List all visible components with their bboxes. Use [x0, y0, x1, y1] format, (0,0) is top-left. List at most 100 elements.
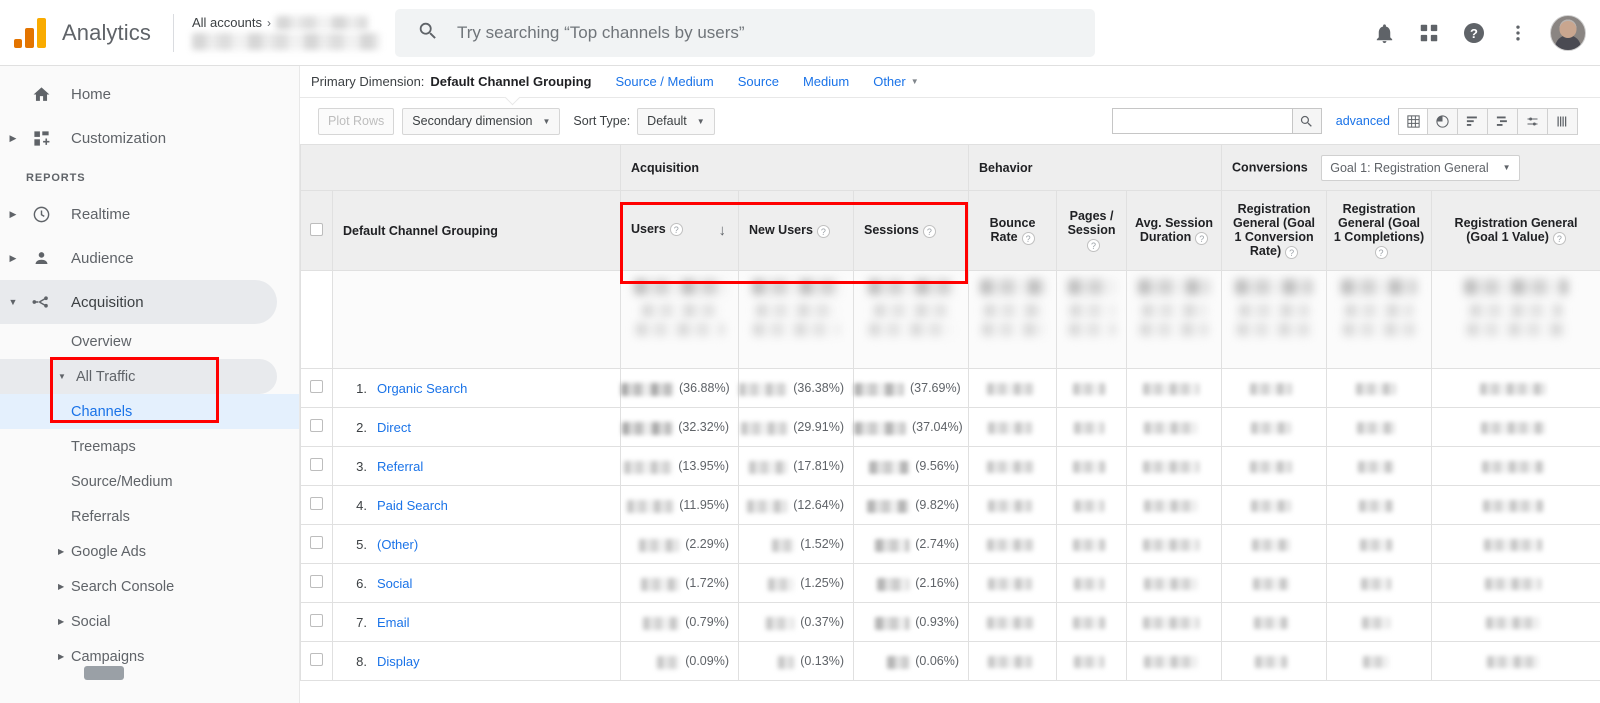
notifications-bell-icon[interactable] [1373, 22, 1396, 45]
comparison-view-icon[interactable] [1518, 107, 1548, 135]
column-new-users[interactable]: New Users? [738, 190, 854, 271]
account-breadcrumb[interactable]: All accounts › [191, 15, 380, 50]
help-icon[interactable]: ? [1462, 21, 1486, 45]
row-checkbox-cell[interactable] [300, 563, 333, 603]
bar-view-icon[interactable] [1458, 107, 1488, 135]
column-sessions[interactable]: Sessions? [852, 190, 970, 271]
expand-arrow-icon[interactable]: ▶ [58, 547, 71, 556]
advanced-link[interactable]: advanced [1336, 114, 1390, 128]
apps-grid-icon[interactable] [1418, 22, 1440, 44]
table-search-input[interactable] [1111, 108, 1292, 134]
row-checkbox-cell[interactable] [300, 407, 333, 447]
pivot-view-icon[interactable] [1548, 107, 1578, 135]
table-row[interactable]: 7. Email (0.79%) (0.37%) (0.93%) [300, 602, 1600, 642]
sidebar-collapse-handle[interactable] [84, 666, 124, 680]
help-icon[interactable]: ? [922, 224, 936, 238]
dimension-link-source[interactable]: Source [738, 74, 779, 89]
sidebar-item-social[interactable]: ▶ Social [0, 604, 299, 639]
column-goal1-value[interactable]: Registration General (Goal 1 Value)? [1431, 190, 1600, 271]
expand-arrow-icon[interactable]: ▶ [0, 133, 26, 144]
dimension-link-other[interactable]: Other [873, 74, 906, 89]
chevron-down-icon[interactable]: ▼ [911, 77, 919, 86]
sidebar-item-referrals[interactable]: Referrals [0, 499, 299, 534]
sidebar-item-home[interactable]: Home [0, 72, 299, 116]
table-row[interactable]: 1. Organic Search (36.88%) (36.38%) (37.… [300, 368, 1600, 408]
row-channel-link[interactable]: Referral [377, 459, 423, 474]
column-goal1-conversion-rate[interactable]: Registration General (Goal 1 Conversion … [1221, 190, 1328, 271]
help-icon[interactable]: ? [1285, 245, 1299, 259]
goal-selector[interactable]: Goal 1: Registration General ▼ [1321, 154, 1520, 181]
row-channel-link[interactable]: Direct [377, 420, 411, 435]
performance-view-icon[interactable] [1488, 107, 1518, 135]
row-checkbox[interactable] [310, 458, 323, 471]
secondary-dimension-button[interactable]: Secondary dimension ▼ [402, 107, 561, 135]
select-all-header[interactable] [300, 190, 333, 271]
collapse-arrow-icon[interactable]: ▼ [0, 297, 26, 307]
help-icon[interactable]: ? [669, 223, 683, 237]
column-goal1-completions[interactable]: Registration General (Goal 1 Completions… [1326, 190, 1433, 271]
help-icon[interactable]: ? [1374, 245, 1388, 259]
sidebar-item-overview[interactable]: Overview [0, 324, 299, 359]
help-icon[interactable]: ? [816, 224, 830, 238]
row-channel-link[interactable]: Paid Search [377, 498, 448, 513]
sidebar-item-treemaps[interactable]: Treemaps [0, 429, 299, 464]
user-avatar[interactable] [1550, 15, 1586, 51]
table-search-button[interactable] [1291, 108, 1322, 134]
help-icon[interactable]: ? [1552, 231, 1566, 245]
row-channel-link[interactable]: Display [377, 654, 420, 669]
column-default-channel-grouping[interactable]: Default Channel Grouping [332, 190, 621, 271]
row-checkbox[interactable] [310, 536, 323, 549]
sidebar-item-campaigns[interactable]: ▶ Campaigns [0, 639, 299, 680]
sidebar-item-realtime[interactable]: ▶ Realtime [0, 192, 299, 236]
sidebar-item-search-console[interactable]: ▶ Search Console [0, 569, 299, 604]
help-icon[interactable]: ? [1021, 231, 1035, 245]
search-bar[interactable] [395, 9, 1095, 57]
sort-type-select[interactable]: Default ▼ [637, 107, 715, 135]
table-row[interactable]: 5. (Other) (2.29%) (1.52%) (2.74%) [300, 524, 1600, 564]
row-checkbox-cell[interactable] [300, 524, 333, 564]
help-icon[interactable]: ? [1195, 231, 1209, 245]
sidebar-item-customization[interactable]: ▶ Customization [0, 116, 299, 160]
column-users[interactable]: Users? ↓ [620, 190, 739, 271]
pie-view-icon[interactable] [1428, 107, 1458, 135]
table-row[interactable]: 8. Display (0.09%) (0.13%) (0.06%) [300, 641, 1600, 681]
column-bounce-rate[interactable]: Bounce Rate? [968, 190, 1058, 271]
table-view-icon[interactable] [1398, 107, 1428, 135]
sort-descending-icon[interactable]: ↓ [719, 222, 727, 239]
column-pages-session[interactable]: Pages / Session? [1056, 190, 1128, 271]
collapse-arrow-icon[interactable]: ▼ [58, 372, 76, 381]
expand-arrow-icon[interactable]: ▶ [58, 617, 71, 626]
row-checkbox[interactable] [310, 380, 323, 393]
table-row[interactable]: 4. Paid Search (11.95%) (12.64%) (9.82%) [300, 485, 1600, 525]
row-channel-link[interactable]: Social [377, 576, 412, 591]
row-checkbox[interactable] [310, 497, 323, 510]
expand-arrow-icon[interactable]: ▶ [58, 582, 71, 591]
table-row[interactable]: 6. Social (1.72%) (1.25%) (2.16%) [300, 563, 1600, 603]
plot-rows-button[interactable]: Plot Rows [318, 107, 395, 135]
help-icon[interactable]: ? [1087, 238, 1101, 252]
row-channel-link[interactable]: Email [377, 615, 410, 630]
more-vert-icon[interactable] [1508, 22, 1528, 44]
dimension-link-source-medium[interactable]: Source / Medium [615, 74, 713, 89]
select-all-checkbox[interactable] [310, 222, 323, 236]
sidebar-item-source-medium[interactable]: Source/Medium [0, 464, 299, 499]
row-checkbox[interactable] [310, 575, 323, 588]
row-checkbox[interactable] [310, 653, 323, 666]
row-checkbox-cell[interactable] [300, 641, 333, 681]
row-checkbox-cell[interactable] [300, 602, 333, 642]
column-avg-session-duration[interactable]: Avg. Session Duration? [1126, 190, 1223, 271]
expand-arrow-icon[interactable]: ▶ [58, 652, 71, 661]
sidebar-item-all-traffic[interactable]: ▼ All Traffic [0, 359, 277, 394]
sidebar-item-channels[interactable]: Channels [0, 394, 299, 429]
expand-arrow-icon[interactable]: ▶ [0, 253, 26, 264]
row-checkbox-cell[interactable] [300, 446, 333, 486]
row-checkbox[interactable] [310, 419, 323, 432]
expand-arrow-icon[interactable]: ▶ [0, 209, 26, 220]
row-checkbox-cell[interactable] [300, 368, 333, 408]
dimension-link-medium[interactable]: Medium [803, 74, 849, 89]
table-row[interactable]: 2. Direct (32.32%) (29.91%) (37.04%) [300, 407, 1600, 447]
sidebar-item-audience[interactable]: ▶ Audience [0, 236, 299, 280]
table-row[interactable]: 3. Referral (13.95%) (17.81%) (9.56%) [300, 446, 1600, 486]
sidebar-item-google-ads[interactable]: ▶ Google Ads [0, 534, 299, 569]
row-channel-link[interactable]: Organic Search [377, 381, 467, 396]
